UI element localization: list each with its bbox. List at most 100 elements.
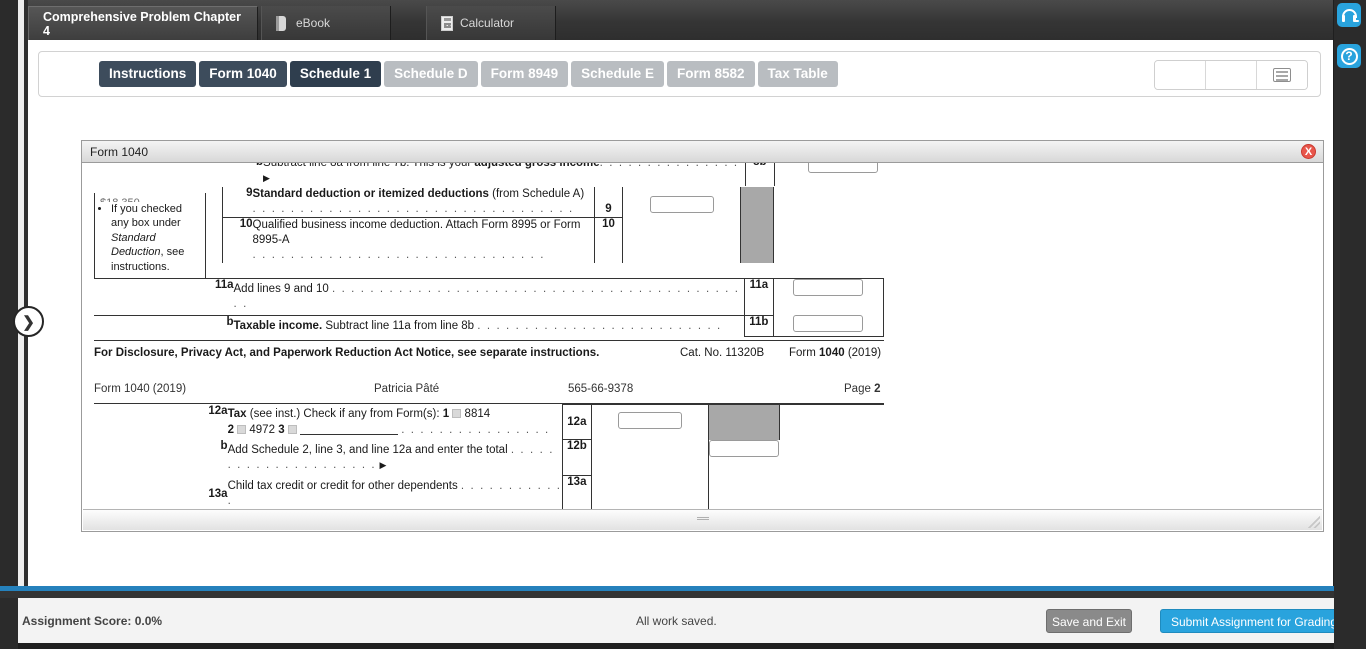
submit-assignment-button[interactable]: Submit Assignment for Grading	[1160, 608, 1348, 633]
row-12b-input[interactable]	[709, 439, 780, 457]
table-row: b Add Schedule 2, line 3, and line 12a a…	[94, 439, 884, 476]
tab-form-1040-label: Form 1040	[209, 66, 277, 81]
row-11b-number: b	[94, 314, 234, 337]
row-11a-desc-pre: Add lines 9 and 10	[233, 282, 332, 295]
row-9-box: 9	[593, 186, 624, 218]
tab-form-8582-label: Form 8582	[676, 66, 745, 81]
row-12a-opt2-label: 4972	[249, 423, 275, 436]
row-11a-number: 11a	[94, 277, 234, 315]
row-12a-opt2-num: 2	[227, 423, 234, 436]
calculator-icon	[441, 15, 453, 31]
form-table-page2: 12a Tax (see inst.) Check if any from Fo…	[94, 404, 884, 510]
row-11b-input-cell	[772, 315, 885, 337]
row-12b-box: 12b	[562, 439, 592, 476]
row-8b-desc-pre: Subtract line 8a from line 7b. This is y…	[263, 163, 474, 169]
tab-instructions[interactable]: Instructions	[99, 61, 197, 87]
row-13a-desc: Child tax credit or credit for other dep…	[228, 476, 563, 511]
row-11a-input-cell	[772, 277, 885, 315]
toolbar-button-1[interactable]	[1155, 61, 1206, 89]
tab-form-1040[interactable]: Form 1040	[199, 61, 287, 87]
row-12a-input[interactable]	[617, 412, 682, 430]
footer-dark-band	[0, 591, 1366, 598]
page-label: Page	[844, 383, 875, 395]
table-row: b Taxable income. Subtract line 11a from…	[94, 314, 885, 337]
row-9-number: 9	[221, 186, 253, 217]
shaded-cell	[708, 404, 780, 440]
row-12b-number: b	[220, 439, 228, 452]
checkbox-other[interactable]	[287, 424, 297, 434]
expand-sidebar-button[interactable]: ❯	[13, 306, 44, 337]
table-row: 13a Child tax credit or credit for other…	[94, 475, 884, 511]
form-resize-bar[interactable]	[83, 509, 1322, 530]
row-11a-desc: Add lines 9 and 10 . . . . . . . . . . .…	[233, 277, 745, 315]
row-12a-box: 12a	[562, 404, 592, 440]
row-9-input-cell	[622, 186, 742, 217]
row-9-desc-post: (from Schedule A)	[488, 187, 585, 200]
checkbox-8814[interactable]	[452, 408, 462, 418]
window-tab-ebook[interactable]: eBook	[261, 6, 391, 40]
row-12a-opt1-label: 8814	[464, 407, 491, 420]
toolbar-button-group	[1154, 60, 1308, 90]
checkbox-4972[interactable]	[237, 424, 247, 434]
tab-schedule-e[interactable]: Schedule E	[571, 61, 664, 87]
shaded-cell	[740, 217, 774, 263]
tab-tax-table-label: Tax Table	[767, 66, 828, 81]
row-10-box: 10	[593, 216, 624, 263]
help-icon[interactable]: ?	[1337, 44, 1361, 68]
form-ref-pre: Form	[789, 347, 820, 359]
question-mark-glyph: ?	[1340, 47, 1358, 65]
support-headset-icon[interactable]	[1337, 3, 1361, 27]
form-table-11: 11a Add lines 9 and 10 . . . . . . . . .…	[94, 277, 885, 338]
row-11b-input[interactable]	[793, 315, 864, 332]
window-tab-strip: Comprehensive Problem Chapter 4 eBook Ca…	[28, 0, 1333, 40]
table-row: b Subtract line 8a from line 7b. This is…	[94, 163, 884, 186]
form-panel-titlebar: Form 1040 X	[82, 141, 1323, 163]
row-9-dots: . . . . . . . . . . . . . . . . . . . . …	[252, 202, 574, 215]
window-tab-problem[interactable]: Comprehensive Problem Chapter 4	[28, 6, 258, 40]
toolbar-menu-button[interactable]	[1257, 61, 1307, 89]
right-rail	[1334, 0, 1366, 649]
form-tab-list: Instructions Form 1040 Schedule 1 Schedu…	[99, 61, 841, 87]
tab-form-8949[interactable]: Form 8949	[480, 61, 569, 87]
page2-form-ref: Form 1040 (2019)	[94, 383, 187, 395]
row-8b-input[interactable]	[808, 163, 879, 173]
row-12a-number: 12a	[208, 404, 228, 417]
form-ref-number: 1040	[819, 347, 845, 359]
table-row: 10 Qualified business income deduction. …	[94, 216, 884, 263]
row-9-desc: Standard deduction or itemized deduction…	[253, 187, 595, 218]
tab-instructions-label: Instructions	[109, 66, 187, 81]
row-13a-box: 13a	[562, 475, 592, 510]
row-10-desc-pre: Qualified business income deduction. Att…	[252, 218, 581, 246]
row-12a-desc-bold: Tax	[227, 407, 247, 420]
row-12a-input-cell	[591, 404, 710, 440]
row-8b-dots: . . . . . . . . . . . . . . .	[600, 163, 739, 169]
page-number: 2	[874, 383, 881, 395]
tab-schedule-d[interactable]: Schedule D	[384, 61, 478, 87]
tab-form-8582[interactable]: Form 8582	[666, 61, 755, 87]
resize-corner-icon[interactable]	[1308, 516, 1320, 528]
tab-schedule-1[interactable]: Schedule 1	[289, 61, 382, 87]
toolbar-button-2[interactable]	[1206, 61, 1257, 89]
close-icon[interactable]: X	[1301, 144, 1316, 159]
window-tab-calculator[interactable]: Calculator	[426, 6, 556, 40]
form-panel-title: Form 1040	[90, 144, 149, 159]
form-table-9-10: 9 Standard deduction or itemized deducti…	[94, 186, 884, 263]
row-11b-dots: . . . . . . . . . . . . . . . . . . . . …	[477, 319, 722, 332]
row-11a-input[interactable]	[793, 278, 864, 296]
row-13a-desc-pre: Child tax credit or credit for other dep…	[227, 479, 461, 492]
row-12b-desc-pre: Add Schedule 2, line 3, and line 12a and…	[227, 443, 511, 456]
form-ref-year: (2019)	[844, 347, 882, 359]
save-and-exit-button[interactable]: Save and Exit	[1046, 608, 1132, 633]
tab-schedule-d-label: Schedule D	[394, 66, 468, 81]
row-8b-box: 8b	[744, 163, 775, 186]
row-10-number: 10	[221, 216, 253, 263]
catalog-number: Cat. No. 11320B	[680, 347, 765, 359]
row-9-input[interactable]	[649, 196, 714, 213]
footer-bar: Assignment Score: 0.0% All work saved. S…	[18, 598, 1348, 643]
row-9-desc-bold: Standard deduction or itemized deduction…	[252, 187, 489, 200]
row-8b-desc-bold: adjusted gross income	[474, 163, 599, 169]
row-12a-other-input[interactable]	[300, 422, 398, 435]
row-12a-dots: . . . . . . . . . . . . . . . .	[401, 423, 550, 436]
tab-tax-table[interactable]: Tax Table	[757, 61, 838, 87]
form-scroll-area[interactable]: b Subtract line 8a from line 7b. This is…	[82, 163, 1323, 510]
